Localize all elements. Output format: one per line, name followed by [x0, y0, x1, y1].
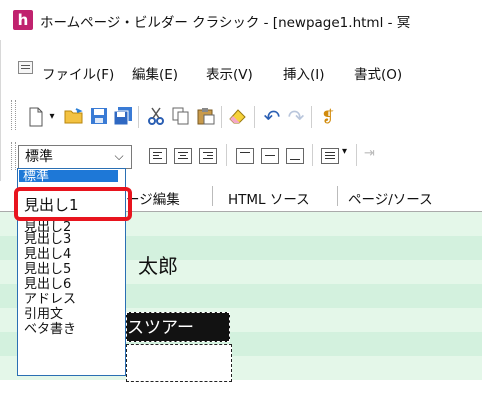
list-dropdown-icon[interactable]: ▾	[342, 146, 347, 157]
tab-page-source[interactable]: ページ/ソース	[348, 188, 433, 208]
chevron-down-icon[interactable]: ⌵	[109, 146, 129, 166]
open-folder-icon[interactable]	[64, 107, 84, 127]
save-icon[interactable]	[89, 107, 109, 127]
editor-blank-area	[0, 380, 482, 410]
style-option-standard[interactable]: 標準	[19, 170, 118, 182]
toolbar-separator	[356, 144, 357, 166]
app-logo-icon: h	[13, 10, 33, 30]
toolbar-overflow-icon[interactable]: ❡	[318, 107, 338, 127]
toolbar-separator	[311, 106, 312, 128]
toolbar-separator	[226, 144, 227, 166]
menu-file[interactable]: ファイル(F)	[42, 63, 114, 83]
vertical-align-top-icon[interactable]	[236, 148, 254, 164]
style-option-heading4[interactable]: 見出し4	[24, 248, 71, 262]
empty-layout-box[interactable]	[126, 344, 232, 382]
toolbar-separator	[254, 106, 255, 128]
undo-icon[interactable]: ↶	[262, 107, 282, 127]
window-title: ホームページ・ビルダー クラシック - [newpage1.html - 冥	[40, 15, 411, 31]
tab-page-edit[interactable]: ージ編集	[126, 188, 180, 208]
format-toolbar-grip[interactable]	[11, 142, 16, 170]
selected-text: スツアー	[127, 318, 194, 338]
align-left-icon[interactable]	[149, 148, 167, 164]
toolbar-separator	[221, 106, 222, 128]
vertical-align-bottom-icon[interactable]	[286, 148, 304, 164]
style-option-heading5[interactable]: 見出し5	[24, 263, 71, 277]
system-menu-icon[interactable]	[18, 61, 33, 74]
paste-icon[interactable]	[196, 107, 216, 127]
new-page-dropdown-icon[interactable]: ▾	[46, 107, 58, 127]
style-option-heading3[interactable]: 見出し3	[24, 233, 71, 247]
menu-insert[interactable]: 挿入(I)	[283, 63, 325, 83]
cut-icon[interactable]	[146, 107, 166, 127]
toolbar-separator	[138, 106, 139, 128]
save-all-icon[interactable]	[113, 107, 133, 127]
tab-html-source[interactable]: HTML ソース	[228, 188, 310, 208]
vertical-align-middle-icon[interactable]	[261, 148, 279, 164]
paragraph-style-value: 標準	[25, 149, 53, 165]
style-option-heading6[interactable]: 見出し6	[24, 278, 71, 292]
bullet-list-icon[interactable]	[321, 148, 339, 164]
style-option-quote[interactable]: 引用文	[24, 308, 63, 322]
new-page-icon[interactable]	[26, 107, 46, 127]
toolbar-separator	[312, 144, 313, 166]
style-option-heading2[interactable]: 見出し2	[24, 221, 71, 232]
tab-separator	[337, 186, 338, 206]
style-option-preformatted[interactable]: ベタ書き	[24, 323, 76, 337]
redo-icon[interactable]: ↷	[286, 107, 306, 127]
menu-edit[interactable]: 編集(E)	[132, 63, 178, 83]
tab-separator	[212, 186, 213, 206]
style-option-address[interactable]: アドレス	[24, 293, 76, 307]
indent-icon[interactable]: ⇥	[364, 146, 375, 161]
red-highlight-annotation	[14, 187, 132, 221]
eraser-icon[interactable]	[228, 107, 248, 127]
selected-text-block[interactable]: スツアー	[126, 312, 230, 342]
menu-view[interactable]: 表示(V)	[206, 63, 253, 83]
align-center-icon[interactable]	[174, 148, 192, 164]
toolbar-grip[interactable]	[11, 100, 16, 130]
page-text-name[interactable]: 太郎	[138, 250, 178, 279]
copy-icon[interactable]	[171, 107, 191, 127]
menu-format[interactable]: 書式(O)	[354, 63, 402, 83]
align-right-icon[interactable]	[199, 148, 217, 164]
